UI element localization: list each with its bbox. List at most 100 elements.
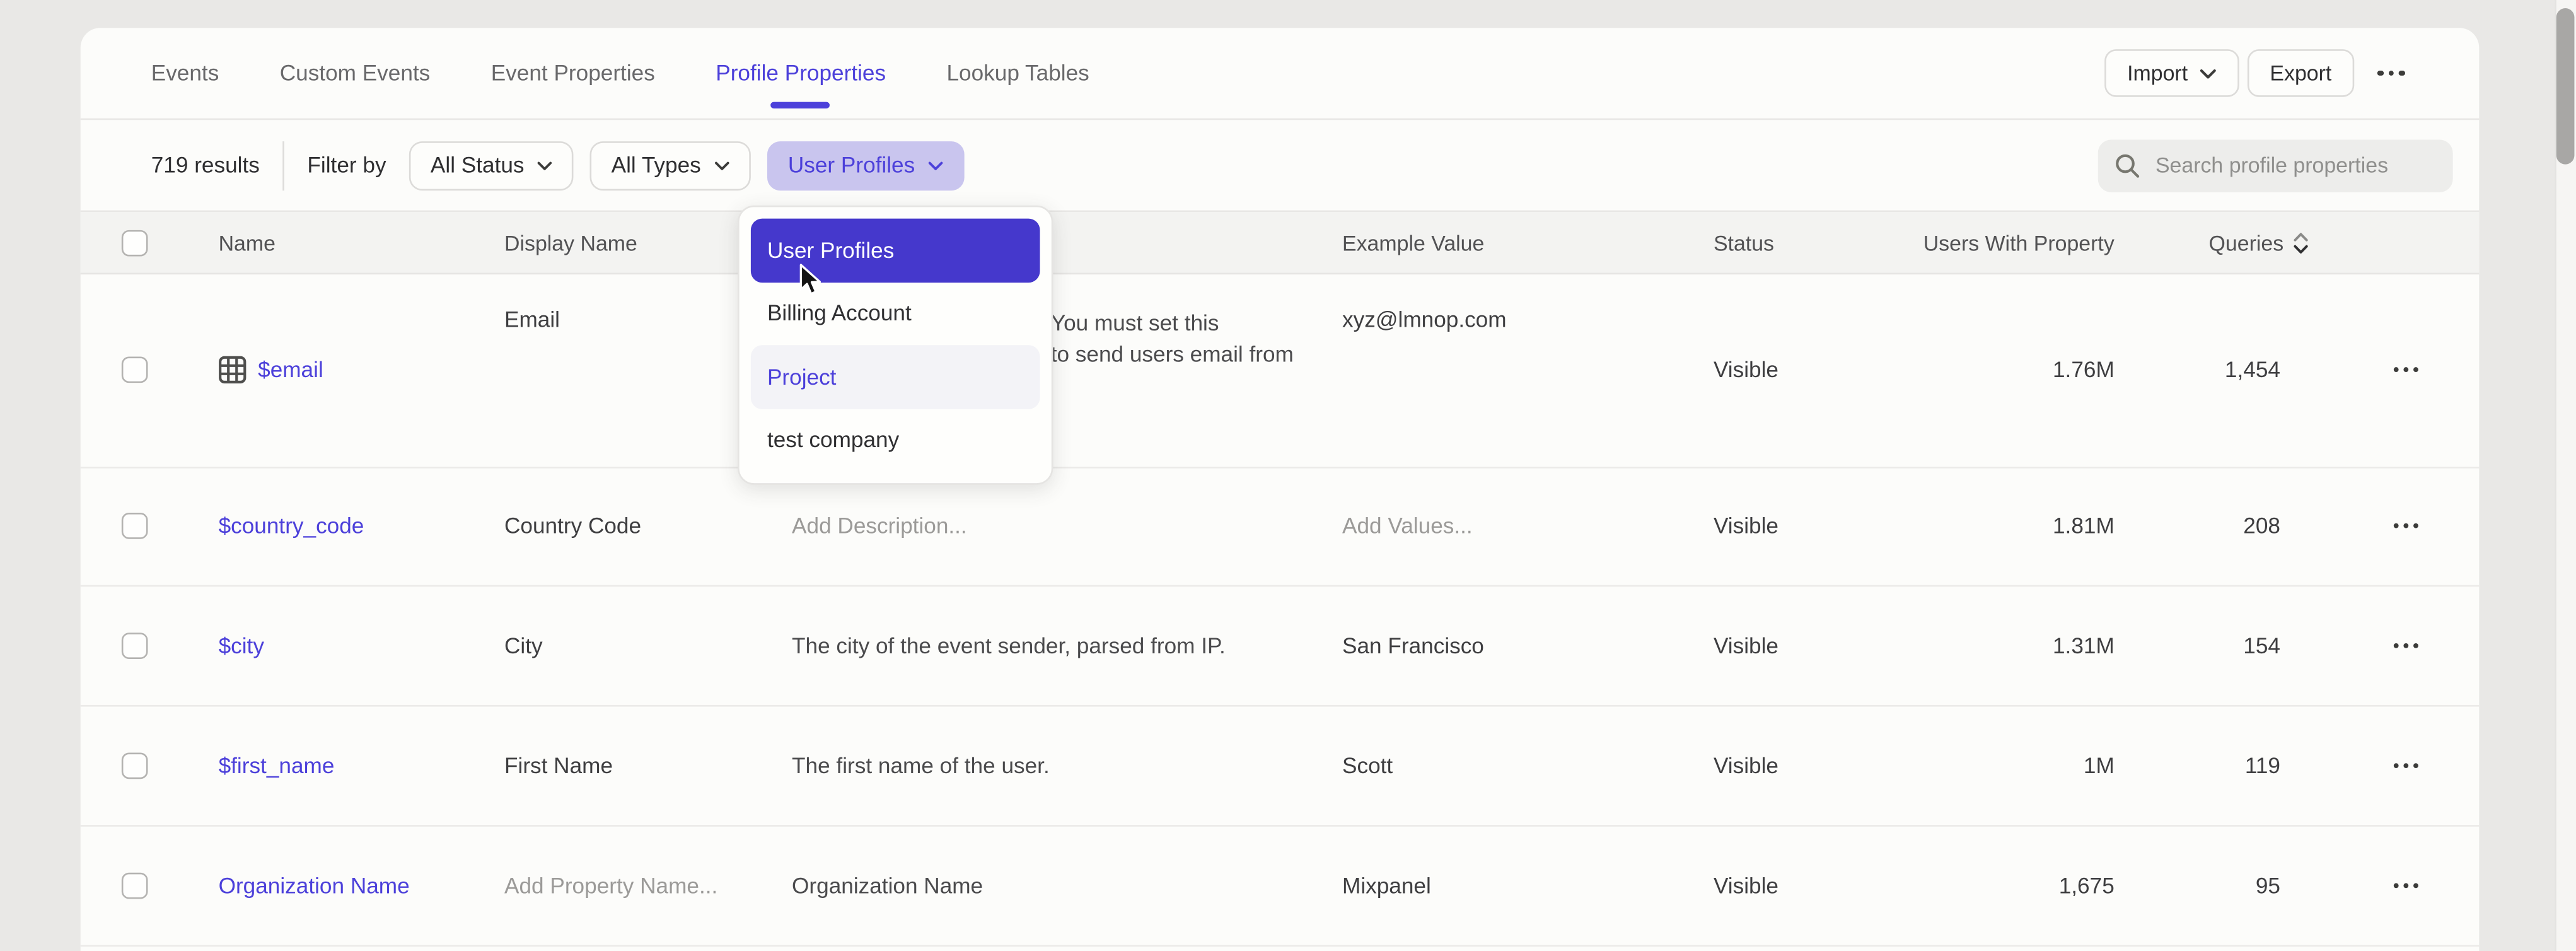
dropdown-item-project[interactable]: Project [751, 345, 1040, 408]
table-row: Organization Name Add Property Name... O… [81, 827, 2480, 946]
tab-custom-events[interactable]: Custom Events [280, 28, 431, 118]
property-name-cell: $email [219, 356, 323, 384]
column-header-queries-label: Queries [2209, 230, 2284, 255]
status-filter-label: All Status [431, 153, 525, 177]
search-box [2098, 139, 2453, 191]
description-cell: The first name of the user. [792, 754, 1321, 778]
row-actions-icon[interactable] [2391, 637, 2422, 655]
row-actions-icon[interactable] [2391, 757, 2422, 775]
select-all-checkbox[interactable] [122, 230, 148, 256]
lookup-table-grid-icon [219, 356, 247, 384]
status-cell: Visible [1714, 514, 1778, 539]
dropdown-item-billing-account[interactable]: Billing Account [751, 282, 1040, 345]
status-cell: Visible [1714, 358, 1778, 382]
search-icon [2115, 152, 2141, 178]
property-name-link[interactable]: $city [219, 634, 264, 658]
tab-list: Events Custom Events Event Properties Pr… [151, 28, 1089, 118]
dropdown-item-test-company[interactable]: test company [751, 409, 1040, 472]
description-placeholder[interactable]: Add Description... [792, 514, 1321, 539]
tabs-bar: Events Custom Events Event Properties Pr… [81, 28, 2480, 120]
page: Events Custom Events Event Properties Pr… [0, 0, 2576, 951]
row-checkbox[interactable] [122, 872, 148, 899]
status-filter-dropdown[interactable]: All Status [409, 141, 574, 190]
chevron-down-icon [714, 160, 729, 170]
example-value-placeholder[interactable]: Add Values... [1342, 514, 1473, 539]
queries-cell: 208 [2134, 514, 2280, 539]
entity-dropdown-menu: User Profiles Billing Account Project te… [738, 206, 1053, 485]
tab-profile-properties[interactable]: Profile Properties [716, 28, 886, 118]
users-with-property-cell: 1.31M [1871, 634, 2115, 658]
column-header-example-value: Example Value [1342, 230, 1484, 255]
users-with-property-cell: 1.76M [1871, 358, 2115, 382]
queries-cell: 95 [2134, 873, 2280, 897]
display-name-cell: First Name [504, 754, 613, 778]
column-header-display-name: Display Name [504, 230, 637, 255]
status-cell: Visible [1714, 634, 1778, 658]
search-input[interactable] [2155, 153, 2437, 177]
results-count: 719 results [151, 153, 260, 177]
tab-lookup-tables[interactable]: Lookup Tables [946, 28, 1089, 118]
property-name-link[interactable]: $country_code [219, 514, 364, 539]
display-name-cell: City [504, 634, 543, 658]
queries-cell: 154 [2134, 634, 2280, 658]
table-row: $country_code Country Code Add Descripti… [81, 467, 2480, 586]
more-options-icon[interactable] [2363, 49, 2420, 97]
example-value-cell: San Francisco [1342, 634, 1484, 658]
row-actions-icon[interactable] [2391, 517, 2422, 535]
example-value-cell: Scott [1342, 754, 1393, 778]
chevron-down-icon [537, 160, 552, 170]
table-row: $first_name First Name The first name of… [81, 707, 2480, 827]
type-filter-label: All Types [612, 153, 701, 177]
row-checkbox[interactable] [122, 753, 148, 779]
filter-by-label: Filter by [307, 153, 386, 177]
users-with-property-cell: 1M [1871, 754, 2115, 778]
row-actions-icon[interactable] [2391, 361, 2422, 379]
row-checkbox[interactable] [122, 633, 148, 659]
row-checkbox[interactable] [122, 357, 148, 383]
display-name-cell: Email [504, 307, 560, 332]
column-header-queries[interactable]: Queries [2134, 230, 2308, 255]
chevron-down-icon [928, 160, 943, 170]
filter-bar: 719 results Filter by All Status All Typ… [81, 120, 2480, 212]
export-button-label: Export [2270, 61, 2331, 85]
status-cell: Visible [1714, 873, 1778, 897]
column-header-status: Status [1714, 230, 1774, 255]
divider [282, 141, 284, 190]
sort-icon [2294, 231, 2308, 253]
property-name-link[interactable]: $first_name [219, 754, 335, 778]
toolbar: Import Export [2104, 49, 2420, 97]
properties-panel: Events Custom Events Event Properties Pr… [81, 28, 2480, 951]
property-name-link[interactable]: $email [258, 358, 323, 382]
display-name-placeholder[interactable]: Add Property Name... [504, 873, 717, 897]
example-value-cell: xyz@lmnop.com [1342, 307, 1507, 332]
table-row: $city City The city of the event sender,… [81, 586, 2480, 706]
export-button[interactable]: Export [2247, 49, 2355, 97]
description-cell: The city of the event sender, parsed fro… [792, 634, 1321, 658]
tab-events[interactable]: Events [151, 28, 219, 118]
display-name-cell: Country Code [504, 514, 641, 539]
row-actions-icon[interactable] [2391, 876, 2422, 894]
type-filter-dropdown[interactable]: All Types [590, 141, 750, 190]
column-header-users-with-property: Users With Property [1871, 230, 2115, 255]
mouse-cursor [798, 263, 825, 299]
tab-event-properties[interactable]: Event Properties [491, 28, 655, 118]
users-with-property-cell: 1.81M [1871, 514, 2115, 539]
queries-cell: 119 [2134, 754, 2280, 778]
entity-filter-dropdown[interactable]: User Profiles [767, 141, 964, 190]
table-header-row: Name Display Name Example Value Status U… [81, 212, 2480, 274]
import-button-label: Import [2127, 61, 2188, 85]
description-cell: Organization Name [792, 873, 1321, 897]
entity-filter-label: User Profiles [788, 153, 915, 177]
column-header-name: Name [219, 230, 276, 255]
example-value-cell: Mixpanel [1342, 873, 1431, 897]
scrollbar-thumb[interactable] [2556, 8, 2575, 165]
users-with-property-cell: 1,675 [1871, 873, 2115, 897]
chevron-down-icon [2199, 68, 2215, 78]
dropdown-item-user-profiles[interactable]: User Profiles [751, 219, 1040, 282]
status-cell: Visible [1714, 754, 1778, 778]
property-name-link[interactable]: Organization Name [219, 873, 410, 897]
table-row: $email Email The user's email address. Y… [81, 274, 2480, 467]
queries-cell: 1,454 [2134, 358, 2280, 382]
row-checkbox[interactable] [122, 513, 148, 540]
import-button[interactable]: Import [2104, 49, 2239, 97]
